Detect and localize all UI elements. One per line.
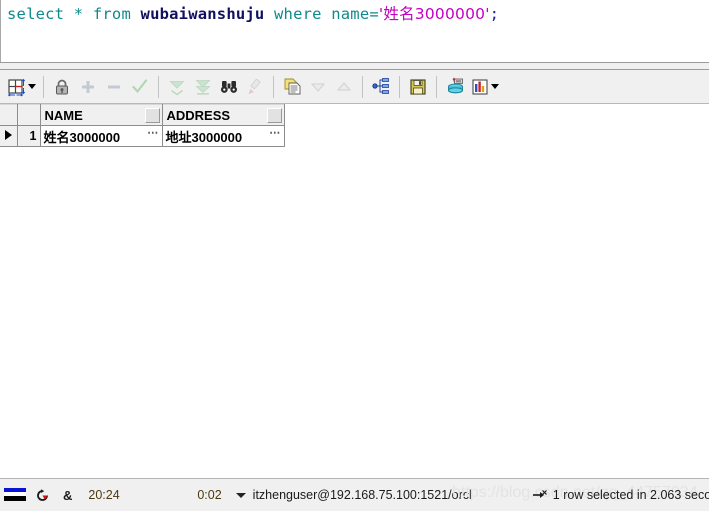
column-header-name-button[interactable] bbox=[144, 108, 160, 123]
minus-glyph bbox=[108, 85, 120, 88]
connection-cell[interactable]: itzhenguser@192.168.75.100:1521/orcl bbox=[230, 484, 478, 506]
row-selector-cell[interactable] bbox=[0, 125, 18, 147]
elapsed-cell: 0:02 bbox=[152, 484, 230, 506]
row-number-cell: 1 bbox=[17, 125, 41, 147]
grid-layout-dropdown-caret[interactable] bbox=[28, 84, 36, 89]
toolbar-separator bbox=[436, 75, 437, 98]
documents-glyph bbox=[284, 78, 300, 95]
column-header-address-button[interactable] bbox=[266, 108, 282, 123]
bar-chart-glyph bbox=[472, 79, 488, 94]
floppy-disk-glyph bbox=[410, 78, 426, 95]
sql-token-10: name bbox=[331, 5, 370, 23]
sql-token-0: select bbox=[7, 5, 65, 23]
sql-editor-pane[interactable]: select * from wubaiwanshuju where name='… bbox=[0, 0, 709, 62]
save-icon[interactable] bbox=[405, 74, 431, 100]
sql-token-3 bbox=[83, 5, 93, 23]
triangle-down-glyph bbox=[310, 83, 326, 92]
cell-address[interactable]: 地址3000000 ⋯ bbox=[162, 125, 285, 147]
grid-corner-selector[interactable] bbox=[0, 104, 18, 126]
column-header-address[interactable]: ADDRESS bbox=[162, 104, 285, 126]
results-toolbar bbox=[0, 70, 709, 104]
connection-label: itzhenguser@192.168.75.100:1521/orcl bbox=[252, 488, 472, 502]
sql-token-8: where bbox=[274, 5, 322, 23]
cell-name-editor-button[interactable]: ⋯ bbox=[147, 128, 160, 142]
sql-token-5 bbox=[131, 5, 141, 23]
highlighter-glyph bbox=[248, 78, 261, 94]
query-status-message: 1 row selected in 2.063 seconds bbox=[552, 488, 709, 502]
toolbar-separator bbox=[362, 75, 363, 98]
session-indicator[interactable]: & bbox=[55, 484, 80, 506]
highlighter-icon[interactable] bbox=[242, 74, 268, 100]
sql-token-11: = bbox=[369, 5, 379, 23]
clock-label: 20:24 bbox=[88, 488, 120, 502]
sql-token-9 bbox=[322, 5, 332, 23]
toolbar-separator bbox=[43, 75, 44, 98]
table-row[interactable]: 1 姓名3000000 ⋯ 地址3000000 ⋯ bbox=[0, 125, 285, 147]
status-bar: & 20:24 0:02 itzhenguser@192.168.75.100:… bbox=[0, 478, 709, 511]
refresh-indicator[interactable] bbox=[30, 484, 55, 506]
cell-address-value: 地址3000000 bbox=[165, 129, 243, 145]
sql-token-12: '姓名3000000' bbox=[378, 5, 490, 23]
check-glyph bbox=[132, 78, 148, 93]
column-header-address-label: ADDRESS bbox=[166, 107, 231, 123]
editor-results-splitter[interactable] bbox=[0, 62, 709, 70]
flag-icon bbox=[4, 487, 26, 501]
refresh-icon bbox=[37, 488, 48, 501]
column-header-name[interactable]: NAME bbox=[40, 104, 163, 126]
grid-rownum-header bbox=[17, 104, 41, 126]
binoculars-icon[interactable] bbox=[216, 74, 242, 100]
clock-cell: 20:24 bbox=[80, 484, 127, 506]
grid-header-row: NAME ADDRESS bbox=[0, 104, 285, 126]
sql-token-1 bbox=[64, 5, 74, 23]
dependency-tree-icon[interactable] bbox=[368, 74, 394, 100]
post-changes-icon[interactable] bbox=[127, 74, 153, 100]
double-chevron-down-glyph bbox=[169, 80, 185, 95]
grid-layout-icon[interactable] bbox=[4, 74, 38, 100]
lock-glyph bbox=[56, 79, 68, 94]
grid-body: 1 姓名3000000 ⋯ 地址3000000 ⋯ bbox=[0, 125, 285, 147]
plus-glyph bbox=[82, 80, 94, 93]
sort-ascending-icon[interactable] bbox=[331, 74, 357, 100]
toolbar-separator bbox=[399, 75, 400, 98]
fetch-next-page-icon[interactable] bbox=[164, 74, 190, 100]
sql-token-6: wubaiwanshuju bbox=[140, 5, 265, 23]
session-symbol: & bbox=[63, 487, 73, 503]
pin-icon[interactable] bbox=[532, 488, 548, 502]
elapsed-label: 0:02 bbox=[197, 488, 222, 502]
export-data-icon[interactable] bbox=[442, 74, 468, 100]
column-header-name-label: NAME bbox=[44, 107, 83, 123]
result-grid-pane[interactable]: NAME ADDRESS 1 姓名3000000 ⋯ 地址3000000 ⋯ bbox=[0, 104, 709, 478]
grid-layout-glyph bbox=[7, 78, 26, 96]
sql-token-7 bbox=[264, 5, 274, 23]
delete-record-icon[interactable] bbox=[101, 74, 127, 100]
toolbar-separator bbox=[273, 75, 274, 98]
copy-records-icon[interactable] bbox=[279, 74, 305, 100]
cell-name-value: 姓名3000000 bbox=[43, 129, 121, 145]
chart-icon[interactable] bbox=[468, 74, 502, 100]
chart-dropdown-caret[interactable] bbox=[491, 84, 499, 89]
sql-token-13: ; bbox=[489, 5, 500, 23]
triangle-up-glyph bbox=[336, 81, 352, 90]
binoculars-glyph bbox=[221, 80, 237, 93]
result-grid-table: NAME ADDRESS 1 姓名3000000 ⋯ 地址3000000 ⋯ bbox=[0, 104, 285, 147]
lock-icon[interactable] bbox=[49, 74, 75, 100]
connection-dropdown-caret[interactable] bbox=[235, 492, 246, 498]
current-row-arrow-icon bbox=[4, 130, 12, 140]
language-flag-indicator[interactable] bbox=[0, 484, 30, 506]
toolbar-separator bbox=[158, 75, 159, 98]
insert-record-icon[interactable] bbox=[75, 74, 101, 100]
fetch-last-page-icon[interactable] bbox=[190, 74, 216, 100]
cell-name[interactable]: 姓名3000000 ⋯ bbox=[40, 125, 163, 147]
sql-token-2: * bbox=[73, 5, 84, 23]
cell-address-editor-button[interactable]: ⋯ bbox=[269, 128, 282, 142]
sort-descending-icon[interactable] bbox=[305, 74, 331, 100]
sql-token-4: from bbox=[92, 5, 131, 23]
tree-nodes-glyph bbox=[371, 78, 389, 94]
double-chevron-down-bar-glyph bbox=[195, 79, 211, 95]
query-status-cell: 1 row selected in 2.063 seconds bbox=[532, 488, 709, 502]
database-export-glyph bbox=[447, 77, 463, 94]
sql-statement[interactable]: select * from wubaiwanshuju where name='… bbox=[7, 4, 499, 24]
